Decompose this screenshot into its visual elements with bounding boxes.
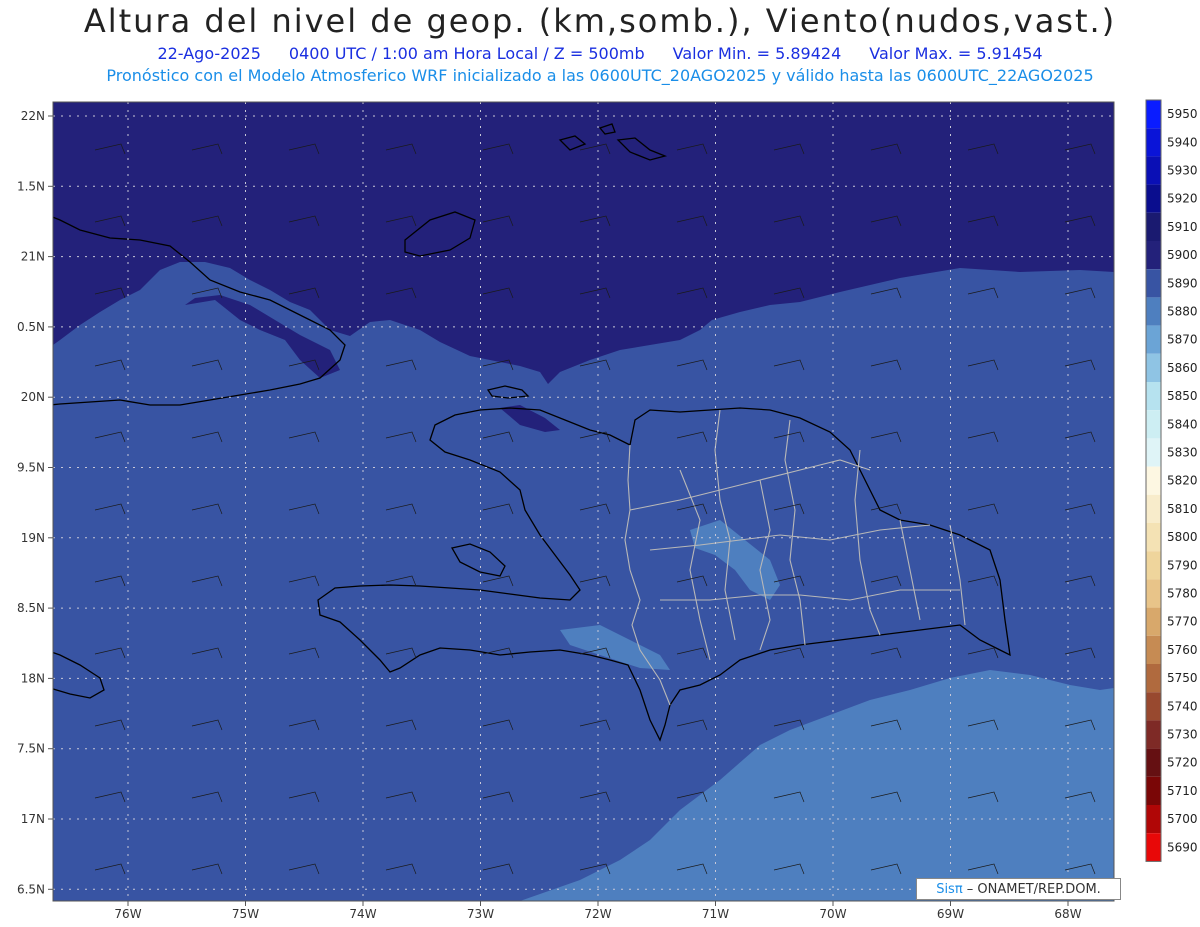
lon-tick-label: 75W <box>232 907 259 921</box>
legend-swatch <box>1146 156 1161 185</box>
color-legend: 5950 5940 5930 5920 5910 5900 5890 5880 5870 5860… <box>1145 99 1198 862</box>
lat-tick-label: 20N <box>21 390 45 404</box>
lat-tick-label: 7.5N <box>17 742 45 756</box>
legend-swatch <box>1146 523 1161 552</box>
legend-level-label: 5930 <box>1167 164 1198 178</box>
legend-swatch <box>1146 579 1161 608</box>
legend-swatch <box>1146 805 1161 834</box>
lon-tick-label: 70W <box>819 907 846 921</box>
legend-level-label: 5860 <box>1167 361 1198 375</box>
lon-tick-label: 69W <box>937 907 964 921</box>
legend-swatch <box>1146 100 1161 129</box>
legend-level-label: 5740 <box>1167 699 1198 713</box>
legend-swatch <box>1146 128 1161 157</box>
legend-level-label: 5800 <box>1167 530 1198 544</box>
legend-swatch <box>1146 184 1161 213</box>
legend-swatch <box>1146 466 1161 495</box>
legend-swatch <box>1146 438 1161 467</box>
legend-level-label: 5700 <box>1167 812 1198 826</box>
legend-level-label: 5780 <box>1167 587 1198 601</box>
legend-swatch <box>1146 607 1161 636</box>
legend-level-label: 5750 <box>1167 671 1198 685</box>
lat-tick-label: 19N <box>21 531 45 545</box>
legend-swatch <box>1146 494 1161 523</box>
lat-tick-label: 21N <box>21 250 45 264</box>
legend-level-label: 5730 <box>1167 728 1198 742</box>
legend-level-label: 5710 <box>1167 784 1198 798</box>
legend-level-label: 5830 <box>1167 446 1198 460</box>
legend-swatch <box>1146 833 1161 862</box>
forecast-date: 22-Ago-2025 <box>157 44 261 63</box>
legend-level-label: 5870 <box>1167 333 1198 347</box>
credit-badge: Sisπ – ONAMET/REP.DOM. <box>916 878 1121 900</box>
value-max: Valor Max. = 5.91454 <box>869 44 1043 63</box>
lat-tick-label: 22N <box>21 109 45 123</box>
credit-text: – ONAMET/REP.DOM. <box>962 882 1101 897</box>
legend-level-label: 5890 <box>1167 276 1198 290</box>
legend-level-label: 5910 <box>1167 220 1198 234</box>
lon-tick-label: 73W <box>467 907 494 921</box>
forecast-map: 22N 1.5N 21N 0.5N 20N 9.5N 19N 8.5N 18N 7.5N 17N 6.… <box>17 99 1198 921</box>
legend-level-label: 5810 <box>1167 502 1198 516</box>
lat-tick-label: 8.5N <box>17 601 45 615</box>
legend-level-label: 5880 <box>1167 305 1198 319</box>
legend-swatch <box>1146 353 1161 382</box>
lat-tick-label: 18N <box>21 671 45 685</box>
value-min: Valor Min. = 5.89424 <box>672 44 842 63</box>
lat-tick-label: 1.5N <box>17 179 45 193</box>
legend-level-label: 5760 <box>1167 643 1198 657</box>
legend-swatch <box>1146 551 1161 580</box>
legend-swatch <box>1146 410 1161 439</box>
legend-swatch <box>1146 382 1161 411</box>
legend-level-label: 5840 <box>1167 417 1198 431</box>
lon-tick-label: 68W <box>1054 907 1081 921</box>
lat-tick-label: 9.5N <box>17 461 45 475</box>
legend-swatch <box>1146 269 1161 298</box>
lat-tick-label: 0.5N <box>17 320 45 334</box>
legend-swatch <box>1146 748 1161 777</box>
lat-tick-label: 6.5N <box>17 882 45 896</box>
legend-swatch <box>1146 635 1161 664</box>
lon-tick-label: 74W <box>349 907 376 921</box>
legend-level-label: 5770 <box>1167 615 1198 629</box>
legend-level-label: 5900 <box>1167 248 1198 262</box>
subtitle-line-2: Pronóstico con el Modelo Atmosferico WRF… <box>106 66 1094 85</box>
subtitle-line-1: 22-Ago-2025 0400 UTC / 1:00 am Hora Local… <box>0 44 1200 63</box>
legend-swatch <box>1146 776 1161 805</box>
legend-level-label: 5850 <box>1167 389 1198 403</box>
lat-tick-label: 17N <box>21 812 45 826</box>
legend-level-label: 5720 <box>1167 756 1198 770</box>
legend-swatch <box>1146 720 1161 749</box>
forecast-time: 0400 UTC / 1:00 am Hora Local / Z = 500m… <box>288 44 645 63</box>
lon-tick-label: 76W <box>114 907 141 921</box>
sis-logo-text: Sisπ <box>936 882 963 897</box>
lon-tick-label: 71W <box>702 907 729 921</box>
legend-swatch <box>1146 241 1161 270</box>
legend-level-label: 5950 <box>1167 107 1198 121</box>
legend-level-label: 5940 <box>1167 135 1198 149</box>
legend-level-label: 5920 <box>1167 192 1198 206</box>
legend-swatch <box>1146 297 1161 326</box>
legend-level-label: 5820 <box>1167 474 1198 488</box>
legend-swatch <box>1146 664 1161 693</box>
legend-swatch <box>1146 692 1161 721</box>
lon-tick-label: 72W <box>584 907 611 921</box>
legend-level-label: 5790 <box>1167 558 1198 572</box>
legend-level-label: 5690 <box>1167 840 1198 854</box>
chart-title: Altura del nivel de geop. (km,somb.), Vi… <box>83 2 1117 40</box>
legend-swatch <box>1146 212 1161 241</box>
legend-swatch <box>1146 325 1161 354</box>
